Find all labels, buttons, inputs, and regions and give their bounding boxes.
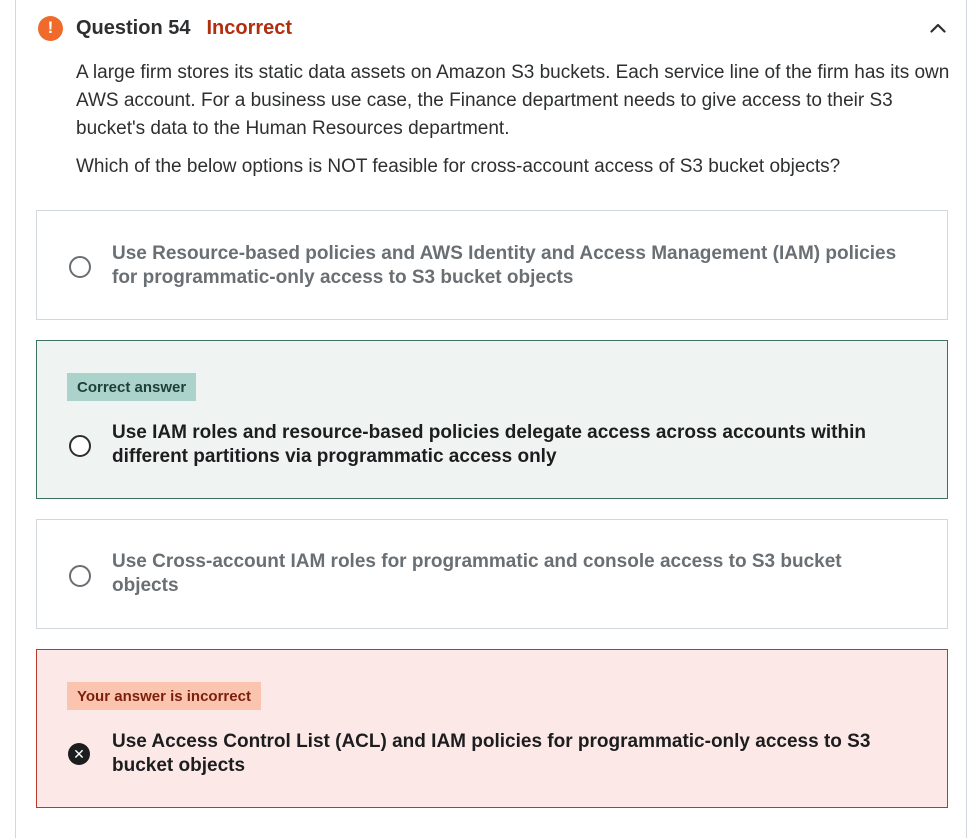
answer-option-3[interactable]: Use Cross-account IAM roles for programm… bbox=[36, 519, 948, 629]
option-text: Use Cross-account IAM roles for programm… bbox=[112, 551, 842, 596]
option-text: Use Resource-based policies and AWS Iden… bbox=[112, 243, 897, 288]
answer-option-4[interactable]: Your answer is incorrect ✕ Use Access Co… bbox=[36, 649, 948, 808]
collapse-button[interactable] bbox=[926, 16, 950, 40]
chevron-up-icon bbox=[930, 23, 946, 33]
exclamation-circle-icon: ! bbox=[38, 15, 63, 41]
question-text: A large firm stores its static data asse… bbox=[76, 62, 950, 139]
question-number: Question 54 bbox=[76, 16, 191, 39]
question-ask: Which of the below options is NOT feasib… bbox=[76, 156, 841, 177]
answer-option-1[interactable]: Use Resource-based policies and AWS Iden… bbox=[36, 210, 948, 320]
incorrect-answer-badge: Your answer is incorrect bbox=[67, 682, 261, 710]
question-status: Incorrect bbox=[206, 16, 293, 39]
radio-empty-icon[interactable] bbox=[69, 565, 91, 587]
question-header: ! Question 54 Incorrect bbox=[38, 14, 292, 42]
question-prompt: A large firm stores its static data asse… bbox=[76, 59, 956, 181]
radio-empty-icon[interactable] bbox=[69, 435, 91, 457]
radio-empty-icon[interactable] bbox=[69, 256, 91, 278]
correct-answer-badge: Correct answer bbox=[67, 373, 197, 401]
option-text: Use Access Control List (ACL) and IAM po… bbox=[112, 731, 871, 776]
x-circle-icon: ✕ bbox=[68, 743, 90, 765]
option-text: Use IAM roles and resource-based policie… bbox=[112, 422, 866, 467]
answer-option-2[interactable]: Correct answer Use IAM roles and resourc… bbox=[36, 340, 948, 499]
